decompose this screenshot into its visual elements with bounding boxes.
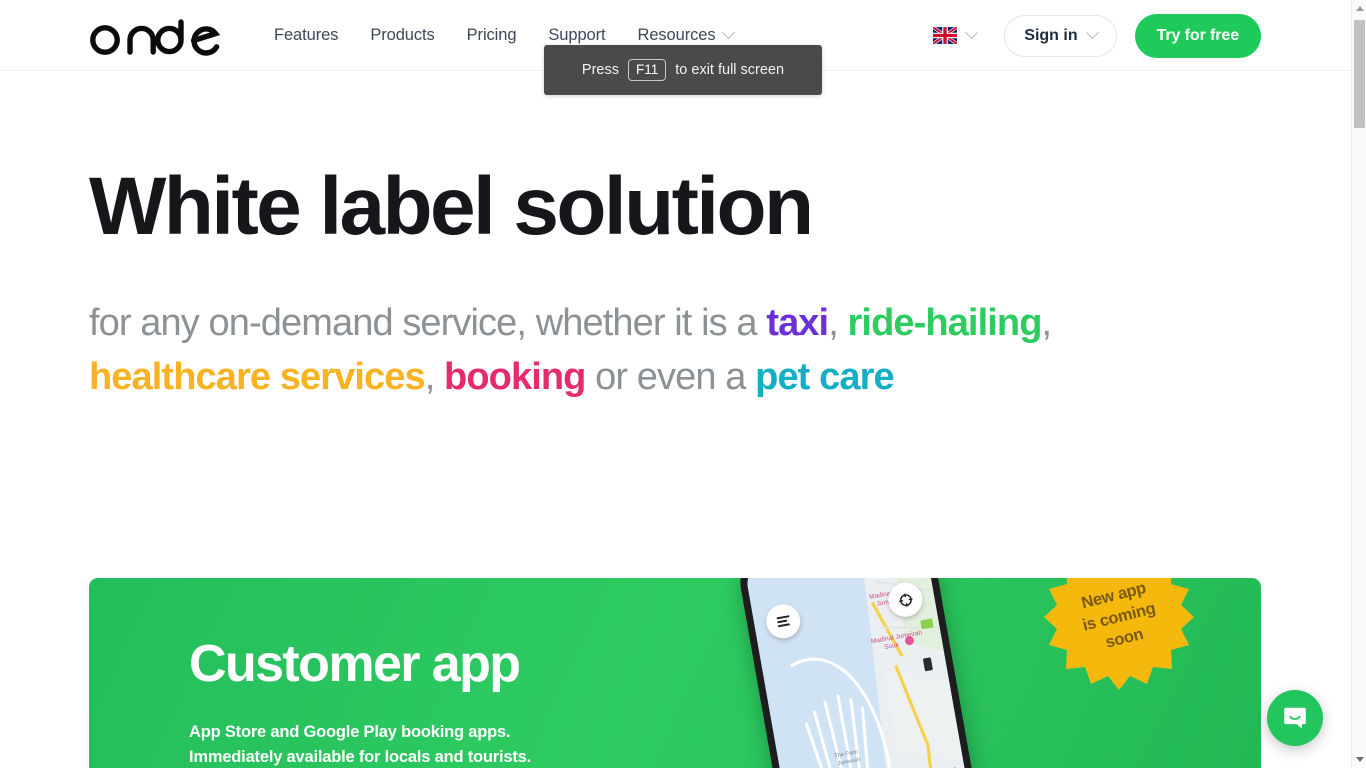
- nav-item-label: Resources: [637, 26, 716, 44]
- hero-text: ,: [424, 356, 445, 398]
- locate-icon-svg: [898, 593, 913, 607]
- try-for-free-button[interactable]: Try for free: [1134, 13, 1261, 58]
- nav-item-label: Features: [274, 26, 339, 44]
- sign-in-button[interactable]: Sign in: [1004, 14, 1117, 57]
- chat-launcher-button[interactable]: [1267, 690, 1323, 746]
- nav-item-products[interactable]: Products: [354, 0, 450, 71]
- toast-suffix-text: to exit full screen: [675, 62, 785, 78]
- new-app-badge: New app is coming soon: [1044, 578, 1194, 692]
- page-viewport: Features Products Pricing Support Resour…: [0, 0, 1351, 768]
- phone-body: Madinat Jumeirah Madinat Jumeirah Souk T…: [735, 578, 986, 768]
- hamburger-bars: [776, 614, 791, 629]
- vertical-scrollbar[interactable]: [1351, 0, 1366, 768]
- language-switcher[interactable]: [923, 21, 986, 50]
- chat-bubble-icon: [1284, 707, 1306, 729]
- uk-flag-icon: [933, 27, 958, 44]
- phone-mockup: Madinat Jumeirah Madinat Jumeirah Souk T…: [647, 578, 1031, 768]
- starburst-shape-icon: [1044, 578, 1194, 690]
- hero-keyword: pet care: [755, 356, 894, 398]
- hero-text: ,: [1041, 302, 1053, 344]
- nav-item-label: Products: [370, 26, 435, 44]
- promo-card-line: App Store and Google Play booking apps.: [189, 723, 511, 741]
- hero-keyword: taxi: [766, 302, 829, 344]
- hero-keyword: healthcare services: [89, 356, 426, 398]
- hero-subtitle: for any on-demand service, whether it is…: [89, 296, 1079, 404]
- sign-in-label: Sign in: [1024, 26, 1078, 44]
- browser-page: Features Products Pricing Support Resour…: [0, 0, 1366, 768]
- hero-title: White label solution: [89, 161, 814, 252]
- hero-keyword: booking: [444, 356, 586, 398]
- header-actions: Sign in Try for free: [923, 0, 1261, 71]
- chevron-down-icon: [1085, 26, 1099, 40]
- nav-item-pricing[interactable]: Pricing: [451, 0, 533, 71]
- nav-item-features[interactable]: Features: [258, 0, 354, 71]
- toast-key-badge: F11: [628, 58, 667, 82]
- promo-card-description: App Store and Google Play booking apps. …: [189, 720, 531, 768]
- hero-text: or even a: [585, 356, 756, 398]
- promo-card-line: Immediately available for locals and tou…: [189, 748, 532, 766]
- scrollbar-thumb[interactable]: [1354, 20, 1365, 128]
- nav-item-label: Pricing: [466, 26, 517, 44]
- onde-wordmark-logo[interactable]: [89, 16, 221, 56]
- phone-screen: Madinat Jumeirah Madinat Jumeirah Souk T…: [743, 578, 978, 768]
- promo-card-title: Customer app: [189, 635, 521, 693]
- fullscreen-exit-toast: Press F11 to exit full screen: [544, 45, 822, 95]
- scrollbar-down-arrow[interactable]: [1352, 751, 1366, 768]
- try-for-free-label: Try for free: [1156, 26, 1239, 44]
- chevron-down-icon: [965, 26, 979, 40]
- toast-prefix-text: Press: [581, 62, 619, 78]
- hero-keyword: ride-hailing: [847, 302, 1043, 344]
- hero-text: ,: [828, 302, 848, 344]
- nav-item-label: Support: [548, 26, 606, 44]
- chevron-down-icon: [722, 26, 736, 40]
- onde-logo-svg: [90, 19, 221, 56]
- customer-app-promo-card[interactable]: Customer app App Store and Google Play b…: [89, 578, 1261, 768]
- hero-text: for any on-demand service, whether it is…: [89, 302, 767, 344]
- scrollbar-up-arrow[interactable]: [1352, 0, 1366, 17]
